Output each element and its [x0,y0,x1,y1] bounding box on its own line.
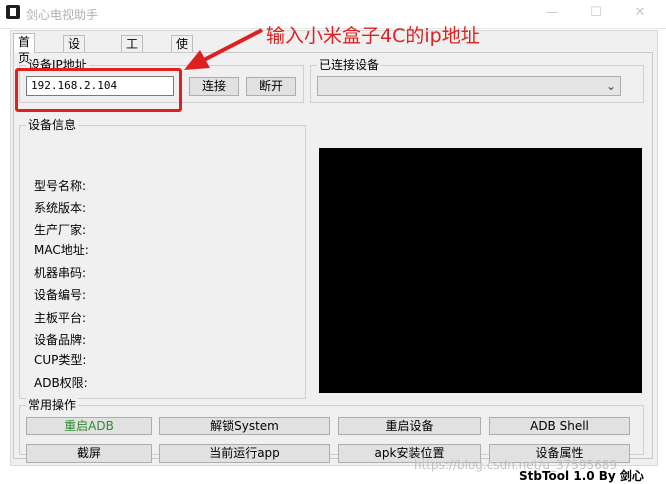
annotation-text: 输入小米盒子4C的ip地址 [266,25,480,47]
tab-home[interactable]: 首页 [13,33,36,65]
annotation-arrow-icon [184,28,263,70]
status-bar-text: StbTool 1.0 By 剑心 [519,469,644,483]
